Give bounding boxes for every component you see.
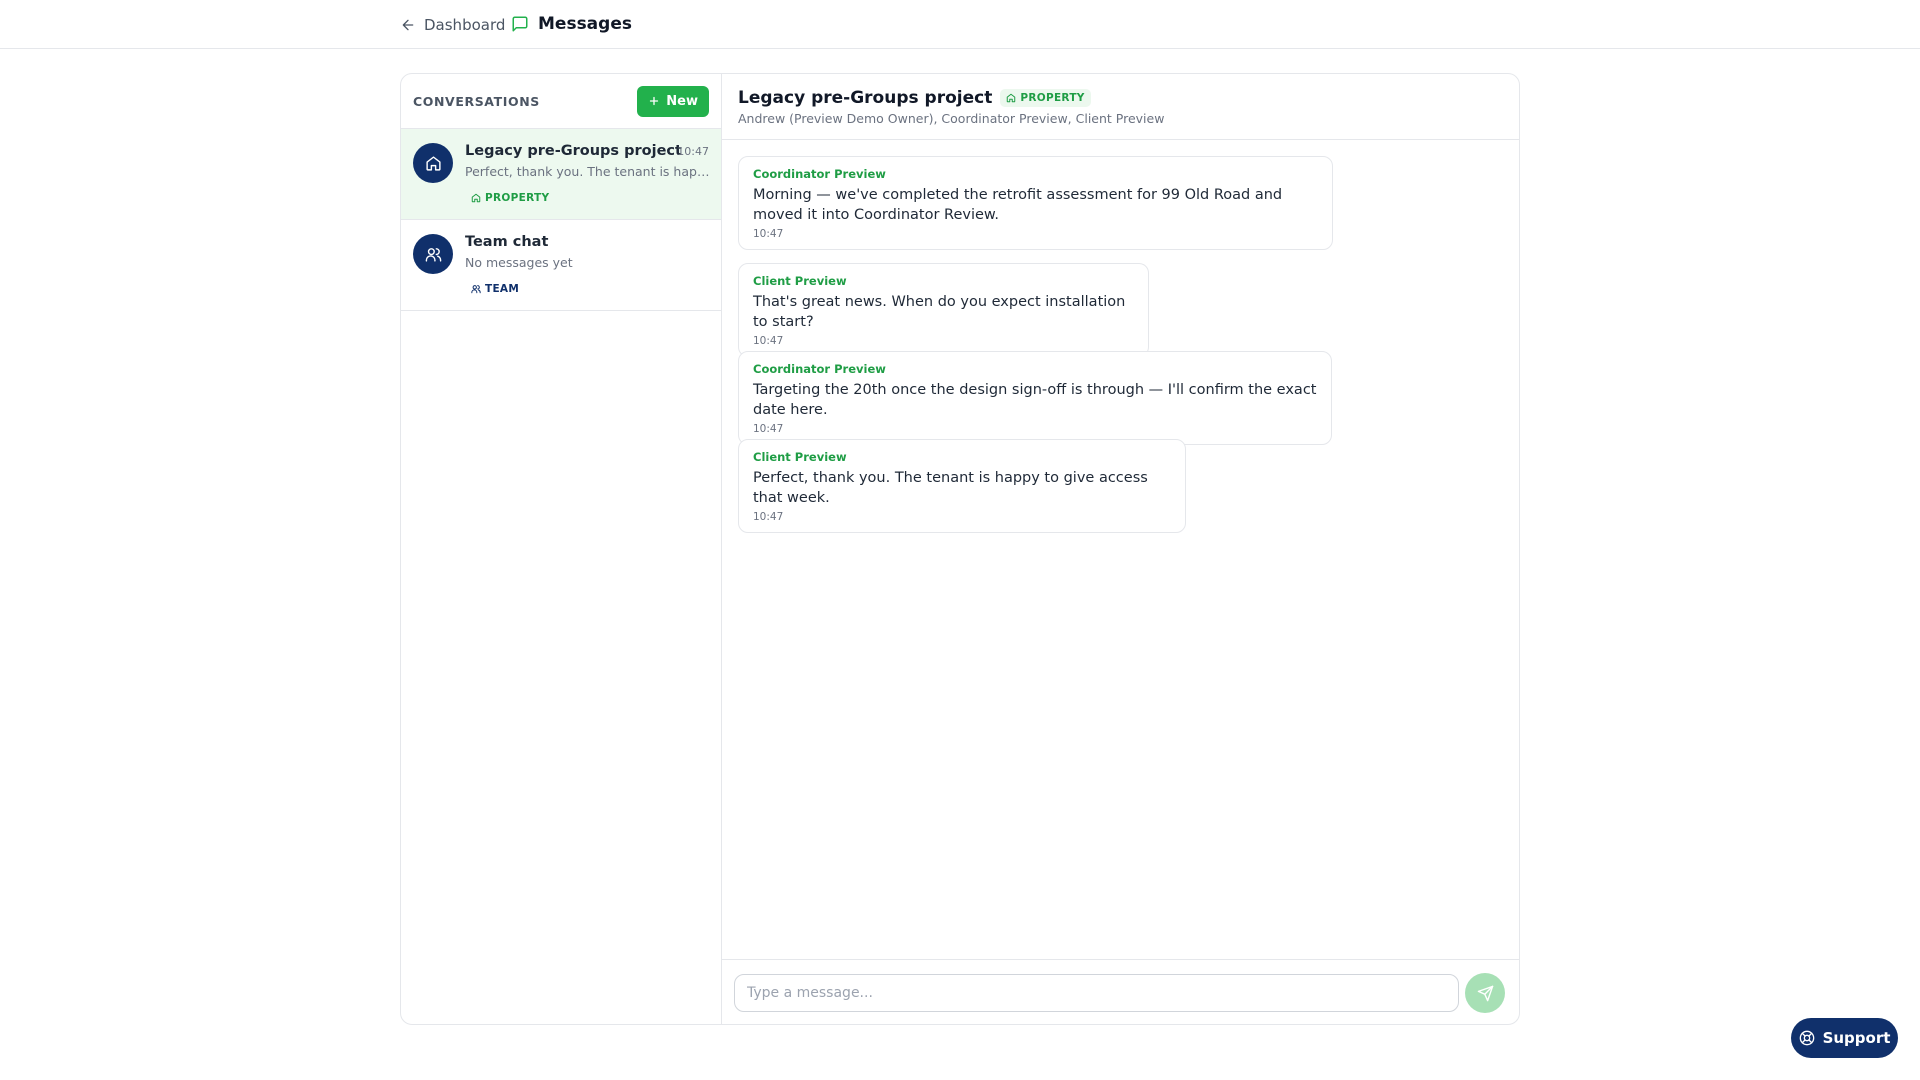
conversation-tag: PROPERTY — [471, 192, 549, 204]
message-bubble: Coordinator Preview Morning — we've comp… — [738, 156, 1333, 250]
new-conversation-button[interactable]: New — [637, 85, 709, 117]
conversation-avatar — [413, 234, 453, 274]
message-composer — [722, 959, 1519, 1024]
message-sender: Client Preview — [753, 274, 847, 288]
chat-header: Legacy pre-Groups project PROPERTY Andre… — [722, 74, 1519, 140]
message-icon — [512, 16, 528, 32]
conversation-item-legacy-project[interactable]: Legacy pre-Groups project 10:47 Perfect,… — [401, 129, 721, 220]
message-text: Morning — we've completed the retrofit a… — [753, 187, 1283, 223]
chat-title: Legacy pre-Groups project — [738, 88, 993, 108]
message-bubble: Client Preview That's great news. When d… — [738, 263, 1149, 357]
conversation-time: 10:47 — [677, 145, 709, 158]
back-link-label: Dashboard — [424, 16, 506, 34]
send-icon — [1477, 985, 1493, 1001]
conversation-item-team-chat[interactable]: Team chat No messages yet TEAM — [401, 220, 721, 311]
messages-panel: CONVERSATIONS New Legacy pre-Groups proj… — [400, 73, 1520, 1025]
page-title: Messages — [538, 14, 632, 34]
chat-participants: Andrew (Preview Demo Owner), Coordinator… — [738, 111, 1165, 126]
message-text: Targeting the 20th once the design sign-… — [753, 382, 1317, 418]
lifebuoy-icon — [1799, 1030, 1814, 1046]
message-time: 10:47 — [753, 335, 784, 347]
message-text: Perfect, thank you. The tenant is happy … — [753, 470, 1148, 506]
chat-area: Legacy pre-Groups project PROPERTY Andre… — [722, 74, 1519, 1024]
conversation-name: Legacy pre-Groups project — [465, 143, 682, 159]
users-icon — [471, 285, 481, 294]
message-time: 10:47 — [753, 511, 784, 523]
conversation-preview: Perfect, thank you. The tenant is happy … — [465, 164, 710, 179]
message-sender: Coordinator Preview — [753, 167, 886, 181]
message-time: 10:47 — [753, 423, 784, 435]
sidebar-header: CONVERSATIONS New — [401, 74, 721, 129]
chat-title-row: Legacy pre-Groups project PROPERTY — [738, 88, 1503, 108]
conversation-tag-label: TEAM — [485, 283, 520, 295]
back-to-dashboard-link[interactable]: Dashboard — [400, 14, 505, 36]
new-conversation-label: New — [666, 93, 698, 109]
support-label: Support — [1822, 1029, 1891, 1047]
message-text: That's great news. When do you expect in… — [753, 294, 1126, 330]
conversation-avatar — [413, 143, 453, 183]
house-icon — [471, 193, 481, 203]
chat-type-badge: PROPERTY — [1000, 89, 1091, 107]
message-sender: Client Preview — [753, 450, 847, 464]
message-sender: Coordinator Preview — [753, 362, 886, 376]
conversations-sidebar: CONVERSATIONS New Legacy pre-Groups proj… — [401, 74, 722, 1024]
arrow-left-icon — [402, 19, 414, 31]
message-input[interactable] — [734, 974, 1459, 1012]
conversation-preview: No messages yet — [465, 255, 573, 270]
plus-icon — [650, 96, 659, 106]
users-icon — [425, 247, 441, 262]
house-icon — [1007, 93, 1016, 103]
support-button[interactable]: Support — [1791, 1018, 1898, 1058]
house-icon — [425, 155, 441, 171]
message-bubble: Coordinator Preview Targeting the 20th o… — [738, 351, 1332, 445]
send-button[interactable] — [1465, 973, 1505, 1013]
page-heading: Messages — [511, 12, 632, 36]
conversation-name: Team chat — [465, 234, 549, 250]
conversation-tag: TEAM — [471, 283, 519, 295]
chat-badge-label: PROPERTY — [1020, 92, 1085, 104]
conversation-tag-label: PROPERTY — [485, 192, 550, 204]
message-time: 10:47 — [753, 228, 784, 240]
top-bar: Dashboard Messages — [0, 0, 1920, 49]
message-bubble: Client Preview Perfect, thank you. The t… — [738, 439, 1186, 533]
sidebar-heading: CONVERSATIONS — [413, 93, 540, 109]
